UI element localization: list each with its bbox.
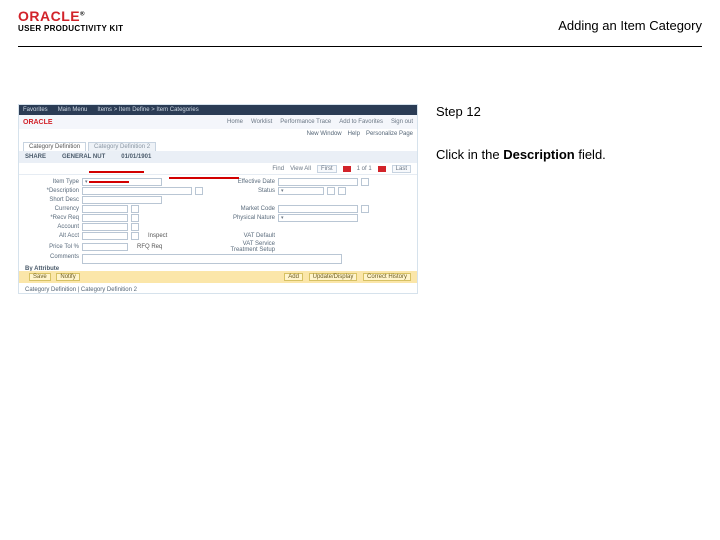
lookup-icon[interactable] (131, 223, 139, 231)
catid-label: GENERAL NUT (62, 154, 105, 160)
del-row-icon[interactable] (338, 187, 346, 195)
tab-strip: Category Definition Category Definition … (19, 139, 417, 151)
inspect-label: Inspect (148, 233, 167, 239)
app-screenshot: Favorites Main Menu Items > Item Define … (18, 104, 418, 294)
menu-worklist[interactable]: Worklist (251, 119, 272, 125)
flag-icon (378, 166, 386, 172)
account-label: Account (25, 224, 79, 230)
lookup-icon[interactable] (195, 187, 203, 195)
header: ORACLE® USER PRODUCTIVITY KIT Adding an … (18, 8, 702, 52)
action-bar: Save Notify Add Update/Display Correct H… (19, 271, 417, 283)
menu-fav[interactable]: Add to Favorites (339, 119, 383, 125)
calendar-icon[interactable] (361, 178, 369, 186)
instruction-panel: Step 12 Click in the Description field. (436, 104, 696, 165)
help-link[interactable]: Help (348, 131, 360, 137)
instr-prefix: Click in the (436, 147, 503, 162)
find-link[interactable]: Find (272, 166, 284, 172)
pager-text: 1 of 1 (357, 166, 372, 172)
currency-input[interactable] (82, 205, 128, 213)
correct-history-button[interactable]: Correct History (363, 273, 411, 281)
tab-category-definition[interactable]: Category Definition (23, 142, 86, 151)
add-row-icon[interactable] (327, 187, 335, 195)
account-input[interactable] (82, 223, 128, 231)
screenshot-preview: Favorites Main Menu Items > Item Define … (18, 104, 418, 294)
new-window-link[interactable]: New Window (307, 131, 342, 137)
update-display-button[interactable]: Update/Display (309, 273, 358, 281)
notify-button[interactable]: Notify (56, 273, 79, 281)
currency-label: Currency (25, 206, 79, 212)
menu-perf[interactable]: Performance Trace (280, 119, 331, 125)
lookup-icon[interactable] (131, 232, 139, 240)
status-select[interactable] (278, 187, 324, 195)
form-grid: Item Type Effective Date *Description St… (19, 175, 417, 283)
save-button[interactable]: Save (29, 273, 51, 281)
comments-label: Comments (25, 254, 79, 260)
status-label: Status (221, 188, 275, 194)
page-title: Adding an Item Category (558, 18, 702, 33)
menu-home[interactable]: Home (227, 119, 243, 125)
rfq-req-label: RFQ Req (137, 244, 162, 250)
header-rule (18, 46, 702, 47)
price-tol-label: Price Tol % (25, 244, 79, 250)
recv-req-label: *Recv Req (25, 215, 79, 221)
lookup-icon[interactable] (131, 205, 139, 213)
menu-signout[interactable]: Sign out (391, 119, 413, 125)
viewall-link[interactable]: View All (290, 166, 311, 172)
step-label: Step 12 (436, 104, 696, 119)
market-code-label: Market Code (221, 206, 275, 212)
brand-menus: Home Worklist Performance Trace Add to F… (227, 119, 413, 125)
market-code-input[interactable] (278, 205, 358, 213)
lookup-icon[interactable] (131, 214, 139, 222)
vat-svc-label: VAT Service Treatment Setup (221, 241, 275, 253)
highlight-bar (89, 171, 144, 173)
record-subheader: SHARE GENERAL NUT 01/01/1901 (19, 151, 417, 163)
price-tol-input[interactable] (82, 243, 128, 251)
highlight-bar (89, 181, 129, 183)
comments-input[interactable] (82, 254, 342, 264)
user-line: New Window Help Personalize Page (19, 129, 417, 139)
setid-label: SHARE (25, 154, 46, 160)
flag-icon (343, 166, 351, 172)
alt-acct-label: Alt Acct (25, 233, 79, 239)
personalize-link[interactable]: Personalize Page (366, 131, 413, 137)
bottom-crumb: Category Definition | Category Definitio… (25, 287, 137, 293)
alt-acct-input[interactable] (82, 232, 128, 240)
instr-suffix: field. (575, 147, 606, 162)
description-label: *Description (25, 188, 79, 194)
short-desc-input[interactable] (82, 196, 162, 204)
vat-default-label: VAT Default (221, 233, 275, 239)
first-button[interactable]: First (317, 165, 337, 173)
breadcrumb: Items > Item Define > Item Categories (97, 107, 198, 113)
nav-item[interactable]: Favorites (23, 107, 48, 113)
phys-nature-select[interactable] (278, 214, 358, 222)
app-brand: ORACLE (23, 119, 53, 126)
recv-req-input[interactable] (82, 214, 128, 222)
last-button[interactable]: Last (392, 165, 411, 173)
short-desc-label: Short Desc (25, 197, 79, 203)
tab-category-definition-2[interactable]: Category Definition 2 (88, 142, 156, 151)
instruction-text: Click in the Description field. (436, 145, 696, 165)
eff-date-input[interactable] (278, 178, 358, 186)
description-input[interactable] (82, 187, 192, 195)
eff-date-label: Effective Date (221, 179, 275, 185)
highlight-bar (169, 177, 239, 179)
nav-item[interactable]: Main Menu (58, 107, 88, 113)
add-button[interactable]: Add (284, 273, 303, 281)
lookup-icon[interactable] (361, 205, 369, 213)
top-nav: Favorites Main Menu Items > Item Define … (19, 105, 417, 115)
instr-field: Description (503, 147, 575, 162)
brand-bar: ORACLE Home Worklist Performance Trace A… (19, 115, 417, 129)
grid-toolbar: Find View All First 1 of 1 Last (19, 163, 417, 175)
date-label: 01/01/1901 (121, 154, 151, 160)
item-type-label: Item Type (25, 179, 79, 185)
phys-nature-label: Physical Nature (221, 215, 275, 221)
